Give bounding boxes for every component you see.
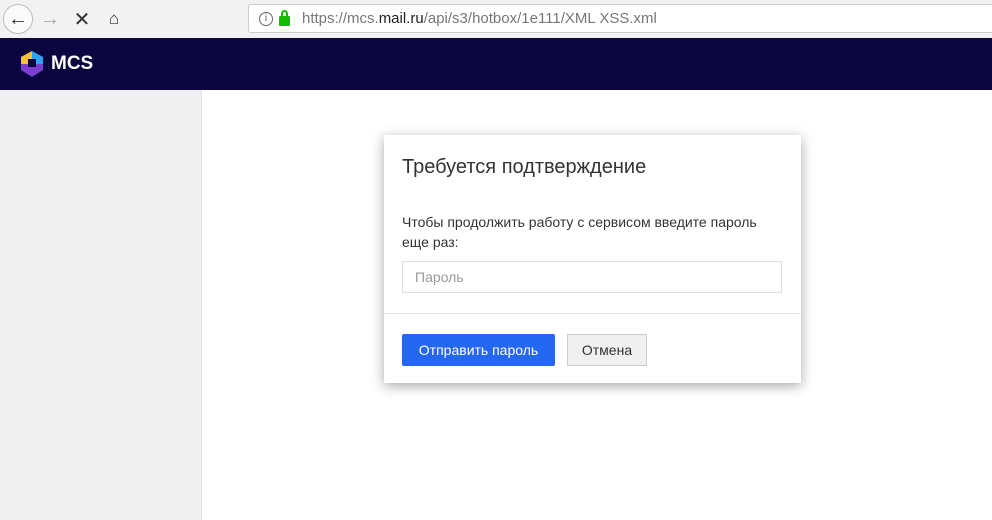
browser-toolbar: ← → ✕ ⌂ i https://mcs. mail.ru/api/s3/hot…	[0, 0, 992, 38]
forward-button[interactable]: →	[35, 4, 65, 34]
home-button[interactable]: ⌂	[99, 4, 129, 34]
arrow-left-icon: ←	[8, 7, 28, 30]
arrow-right-icon: →	[40, 7, 60, 30]
info-icon[interactable]: i	[259, 11, 273, 26]
submit-password-button[interactable]: Отправить пароль	[402, 334, 555, 366]
cancel-button[interactable]: Отмена	[567, 334, 647, 366]
password-input[interactable]	[402, 261, 782, 293]
url-bar[interactable]: i https://mcs. mail.ru/api/s3/hotbox/1e11…	[248, 4, 992, 33]
lock-icon	[279, 9, 290, 26]
close-icon: ✕	[73, 8, 91, 31]
url-path: /api/s3/hotbox/1e111/XML XSS.xml	[423, 10, 657, 27]
mcs-logo-icon[interactable]	[19, 50, 45, 78]
dialog-title: Требуется подтверждение	[402, 156, 647, 178]
stop-button[interactable]: ✕	[67, 4, 97, 34]
logo-text[interactable]: MCS	[51, 53, 93, 75]
back-button[interactable]: ←	[3, 4, 33, 34]
dialog-message: Чтобы продолжить работу с сервисом введи…	[402, 214, 757, 250]
url-domain: mail.ru	[378, 10, 424, 27]
app-header: MCS	[0, 38, 992, 90]
password-confirm-dialog: Требуется подтверждение Чтобы продолжить…	[384, 135, 801, 383]
url-prefix: https://mcs.	[302, 10, 379, 27]
dialog-divider	[384, 313, 801, 314]
home-icon: ⌂	[108, 9, 120, 28]
sidebar	[0, 90, 202, 520]
